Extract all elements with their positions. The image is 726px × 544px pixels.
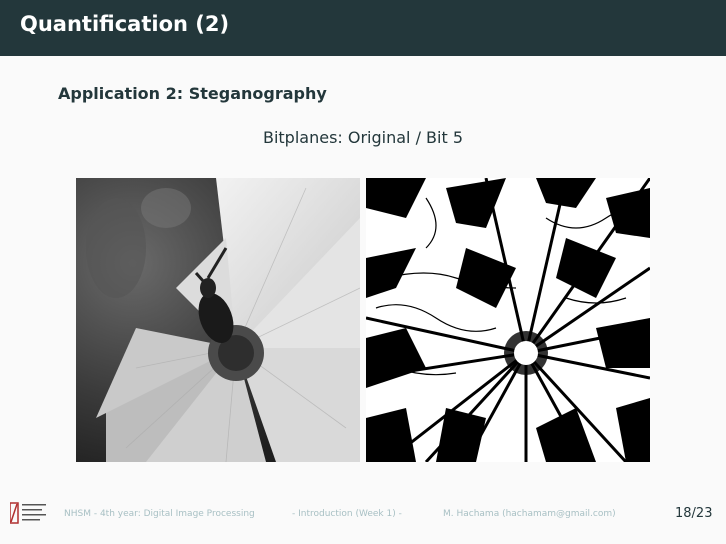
figure-caption: Bitplanes: Original / Bit 5 — [262, 128, 464, 147]
footer-section: - Introduction (Week 1) - — [292, 509, 402, 519]
page-number: 18/23 — [675, 506, 713, 521]
slide-title: Quantification (2) — [20, 12, 230, 36]
institution-logo-icon — [9, 500, 50, 526]
bitplane-5-image — [366, 178, 650, 462]
section-heading: Application 2: Steganography — [58, 84, 327, 103]
title-bar: Quantification (2) — [0, 0, 726, 56]
footer-course: NHSM - 4th year: Digital Image Processin… — [64, 509, 255, 519]
footer-author: M. Hachama (hachamam@gmail.com) — [443, 509, 616, 519]
original-flower-image — [76, 178, 360, 462]
